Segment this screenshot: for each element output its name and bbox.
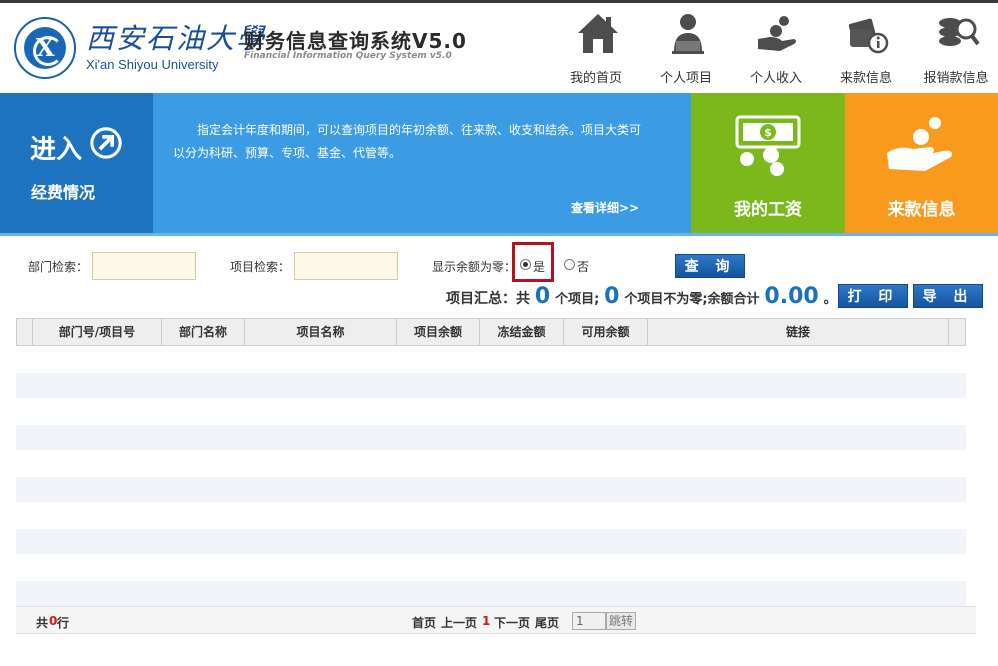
banner: 进入 经费情况 指定会计年度和期间，可以查询项目的年初余额、往来款、收支和结余。… [0,93,998,233]
nav-incoming-funds[interactable]: 来款信息 [821,3,911,93]
enter-subtitle: 经费情况 [31,183,96,202]
zero-no-radio[interactable] [564,259,575,270]
next-page-link[interactable]: 下一页 [494,614,530,631]
print-button[interactable]: 打 印 [838,284,908,308]
incoming-funds-tile[interactable]: 来款信息 [845,93,998,233]
system-title: 财务信息查询系统V5.0 [244,29,467,53]
table-row [16,425,966,450]
col-project-balance[interactable]: 项目余额 [397,319,480,345]
last-page-link[interactable]: 尾页 [535,614,559,631]
col-link[interactable]: 链接 [648,319,949,345]
home-icon [578,14,618,53]
table-row [16,373,966,398]
query-button[interactable]: 查 询 [675,254,745,278]
nav-home[interactable]: 我的首页 [551,3,641,93]
salary-money-icon: $ [735,115,801,176]
project-search-label: 项目检索： [230,260,291,274]
pager: 共 0 行 首页 上一页 1 下一页 尾页 1 跳转 [16,606,976,634]
enter-funds-tile[interactable]: 进入 经费情况 [0,93,153,233]
current-page: 1 [482,614,491,628]
arrow-circle-icon [90,127,122,159]
table-header-checkbox-col [17,319,33,345]
system-subtitle: Financial Information Query System v5.0 [244,51,452,61]
col-available-balance[interactable]: 可用余额 [564,319,648,345]
dept-search-label: 部门检索： [28,260,89,274]
coins-search-icon [939,18,980,46]
hand-coins-icon [887,117,952,171]
nav-reimbursement-label: 报销款信息 [923,70,989,85]
export-button[interactable]: 导 出 [913,284,983,308]
zero-yes-radio[interactable] [520,259,531,270]
header: 西安石油大學 Xi'an Shiyou University 财务信息查询系统V… [0,3,998,93]
summary-nonzero-count: 0 [604,284,620,309]
summary-suffix: 。 [823,292,837,307]
dept-search-input[interactable] [92,252,196,280]
table-row [16,529,966,554]
nav-reimbursement[interactable]: 报销款信息 [911,3,998,93]
summary-prefix: 项目汇总：共 [446,291,530,307]
total-rows-suffix: 行 [57,616,70,630]
university-name-en: Xi'an Shiyou University [86,57,219,72]
col-dept-name[interactable]: 部门名称 [162,319,245,345]
description-panel: 指定会计年度和期间，可以查询项目的年初余额、往来款、收支和结余。项目大类可以分为… [153,93,691,233]
zero-yes-label: 是 [533,260,546,274]
view-details-link[interactable]: 查看详细>> [571,199,639,216]
project-search-input[interactable] [294,252,398,280]
money-info-icon [848,18,889,54]
col-frozen-amount[interactable]: 冻结金额 [480,319,564,345]
search-bar: 部门检索： 项目检索： 显示余额为零： 是 否 查 询 项目汇总：共 0 个项目… [0,236,998,316]
zero-no-label: 否 [577,260,590,274]
show-zero-label: 显示余额为零： [432,260,517,274]
page-number-input[interactable]: 1 [572,612,606,630]
project-summary: 项目汇总：共 0 个项目; 0 个项目不为零;余额合计 0.00 。 [446,284,837,309]
col-dept-project-no[interactable]: 部门号/项目号 [33,319,162,345]
summary-mid2: 个项目不为零;余额合计 [624,292,760,307]
nav-personal-income[interactable]: 个人收入 [731,3,821,93]
hand-coins-icon [758,16,796,51]
summary-amount: 0.00 [764,284,819,309]
table-header: 部门号/项目号 部门名称 项目名称 项目余额 冻结金额 可用余额 链接 [16,318,966,346]
first-page-link[interactable]: 首页 [412,614,436,631]
col-project-name[interactable]: 项目名称 [245,319,397,345]
total-rows-prefix: 共 [36,616,49,630]
nav-personal-project[interactable]: 个人项目 [641,3,731,93]
prev-page-link[interactable]: 上一页 [441,614,477,631]
table-row [16,477,966,502]
jump-button[interactable]: 跳转 [606,612,636,630]
table-row [16,581,966,606]
summary-mid: 个项目; [555,292,600,307]
summary-total-count: 0 [534,284,551,309]
my-salary-label: 我的工资 [734,200,802,220]
description-text: 指定会计年度和期间，可以查询项目的年初余额、往来款、收支和结余。项目大类可以分为… [173,123,642,160]
university-logo [14,17,76,79]
my-salary-tile[interactable]: $ 我的工资 [691,93,845,233]
svg-text:$: $ [764,126,772,139]
incoming-funds-label: 来款信息 [887,200,956,220]
university-name-cn: 西安石油大學 [86,22,267,55]
person-icon [672,14,704,54]
enter-title: 进入 [30,135,83,165]
